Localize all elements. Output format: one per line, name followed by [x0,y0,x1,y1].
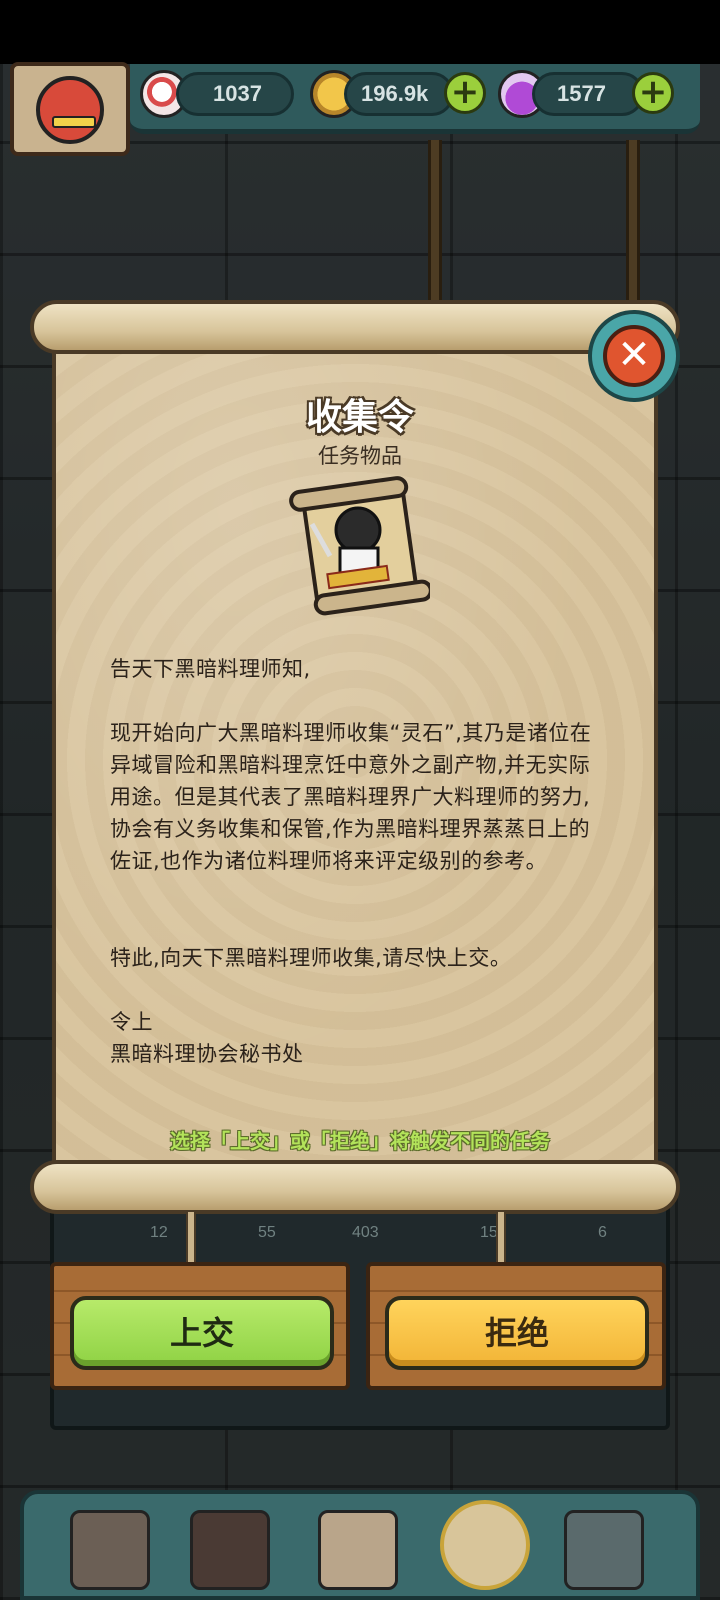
rope [496,1210,506,1270]
coin-counter: 196.9k [344,72,454,116]
wanted-scroll-item-icon [289,476,430,616]
letter-greeting: 告天下黑暗料理师知, [110,657,311,681]
status-bar [0,0,720,64]
letter-signoff: 令上 [110,1010,153,1034]
close-icon: ✕ [603,325,665,387]
accept-button[interactable]: 上交 [70,1296,334,1370]
eyeball-counter: 1037 [176,72,294,116]
letter-body: 现开始向广大黑暗料理师收集“灵石”,其乃是诸位在异域冒险和黑暗料理烹饪中意外之副… [110,721,592,873]
scroll-top-roll [30,300,680,354]
monster-avatar-icon [36,76,104,144]
grid-menu-icon[interactable] [564,1510,644,1590]
recipe-book-icon[interactable] [318,1510,398,1590]
reject-button[interactable]: 拒绝 [385,1296,649,1370]
modal-title: 收集令 [305,397,414,438]
avatar-badge [52,116,96,128]
letter-signature: 黑暗料理协会秘书处 [110,1042,304,1066]
player-avatar[interactable] [10,62,130,156]
rope [186,1210,196,1270]
modal-subtitle: 任务物品 [318,444,402,468]
add-coins-button[interactable]: + [444,72,486,114]
choice-hint: 选择「上交」或「拒绝」将触发不同的任务 [170,1129,550,1153]
shop-building-icon[interactable] [70,1510,150,1590]
cauldron-icon[interactable] [190,1510,270,1590]
letter-request: 特此,向天下黑暗料理师收集,请尽快上交。 [110,946,512,970]
bag-icon[interactable] [440,1500,530,1590]
add-potion-button[interactable]: + [632,72,674,114]
potion-counter: 1577 [532,72,644,116]
scroll-bottom-roll [30,1160,680,1214]
